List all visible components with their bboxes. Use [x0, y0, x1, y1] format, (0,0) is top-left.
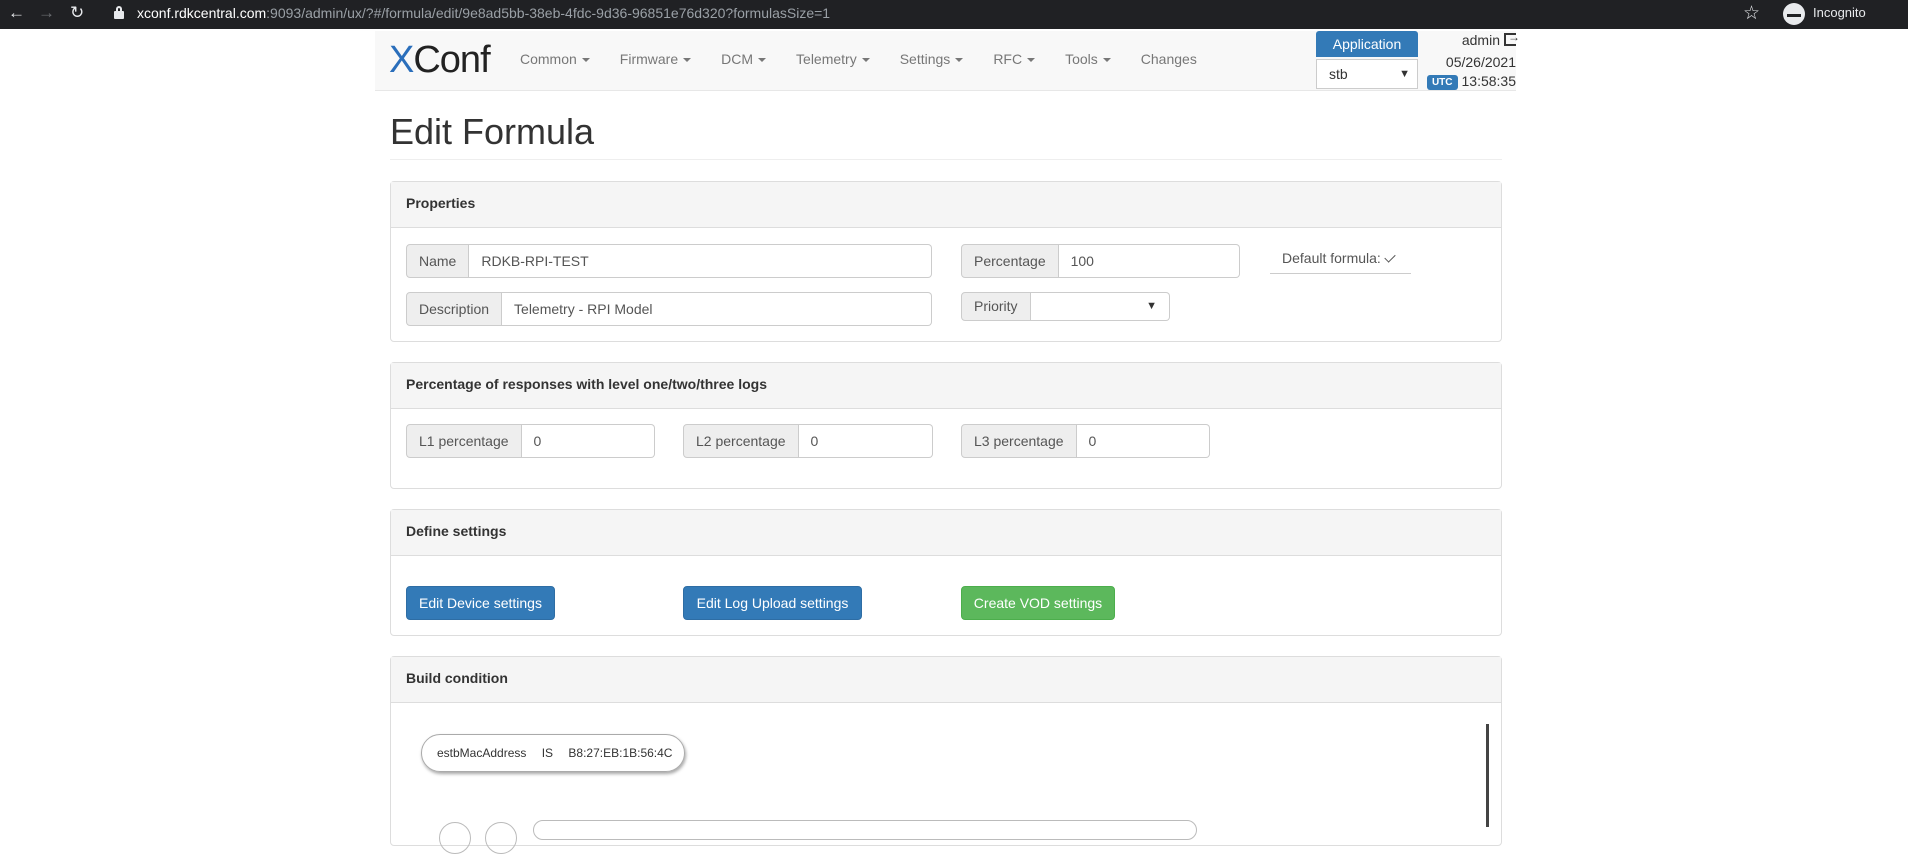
caret-down-icon [1102, 58, 1111, 63]
bookmark-star-icon[interactable]: ☆ [1743, 2, 1760, 25]
l2-group: L2 percentage 0 [683, 424, 933, 458]
incognito-icon[interactable] [1783, 3, 1805, 25]
name-label: Name [406, 244, 470, 278]
forward-icon[interactable]: → [38, 3, 55, 23]
l2-label: L2 percentage [683, 424, 799, 458]
lock-icon [114, 6, 124, 19]
application-selector: Application stb ▼ [1316, 31, 1418, 91]
caret-down-icon [758, 58, 767, 63]
percentage-input[interactable]: 100 [1058, 244, 1240, 278]
menu-telemetry[interactable]: Telemetry [796, 51, 870, 67]
caret-down-icon [1027, 58, 1036, 63]
back-icon[interactable]: ← [8, 3, 25, 23]
log-levels-heading: Percentage of responses with level one/t… [391, 363, 1501, 409]
utc-badge: UTC [1426, 75, 1458, 90]
description-label: Description [406, 292, 503, 326]
incognito-label: Incognito [1813, 5, 1866, 20]
name-group: Name RDKB-RPI-TEST [406, 244, 932, 278]
define-settings-panel: Define settings Edit Device settings Edi… [390, 509, 1502, 636]
l2-input[interactable]: 0 [798, 424, 933, 458]
page-title: Edit Formula [390, 111, 595, 152]
l3-input[interactable]: 0 [1076, 424, 1210, 458]
condition-free-arg: estbMacAddress [437, 746, 527, 760]
priority-group: Priority ▼ [961, 292, 1170, 321]
browser-toolbar: ← → ↻ xconf.rdkcentral.com:9093/admin/ux… [0, 0, 1908, 29]
condition-chip[interactable]: estbMacAddress IS B8:27:EB:1B:56:4C [421, 734, 685, 772]
percentage-label: Percentage [961, 244, 1059, 278]
condition-scrollbar[interactable] [1486, 724, 1489, 827]
xconf-logo[interactable]: XConf [389, 39, 491, 82]
caret-down-icon [955, 58, 964, 63]
name-input[interactable]: RDKB-RPI-TEST [469, 244, 932, 278]
new-condition-bar[interactable] [533, 820, 1197, 840]
condition-fixed-arg: B8:27:EB:1B:56:4C [568, 746, 673, 760]
edit-log-upload-settings-button[interactable]: Edit Log Upload settings [683, 586, 862, 620]
menu-rfc[interactable]: RFC [993, 51, 1036, 67]
description-input[interactable]: Telemetry - RPI Model [502, 292, 932, 326]
chevron-down-icon: ▼ [1146, 300, 1157, 312]
menu-common[interactable]: Common [520, 51, 590, 67]
chevron-down-icon: ▼ [1399, 68, 1410, 80]
menu-changes[interactable]: Changes [1141, 51, 1197, 67]
edit-device-settings-button[interactable]: Edit Device settings [406, 586, 555, 620]
percentage-group: Percentage 100 [961, 244, 1240, 278]
menu-settings[interactable]: Settings [900, 51, 964, 67]
current-time: 13:58:35 [1461, 73, 1517, 89]
create-vod-settings-button[interactable]: Create VOD settings [961, 586, 1115, 620]
title-divider [390, 159, 1502, 160]
build-condition-heading: Build condition [391, 657, 1501, 703]
application-label: Application [1316, 31, 1418, 57]
description-group: Description Telemetry - RPI Model [406, 292, 932, 326]
menu-firmware[interactable]: Firmware [620, 51, 692, 67]
reload-icon[interactable]: ↻ [70, 3, 84, 23]
properties-panel: Properties Name RDKB-RPI-TEST Descriptio… [390, 181, 1502, 342]
address-bar[interactable]: xconf.rdkcentral.com:9093/admin/ux/?#/fo… [137, 5, 830, 21]
url-host: xconf.rdkcentral.com [137, 5, 267, 21]
l3-group: L3 percentage 0 [961, 424, 1210, 458]
properties-heading: Properties [391, 182, 1501, 228]
default-formula-checkbox[interactable]: Default formula: [1270, 244, 1411, 274]
condition-operation: IS [541, 746, 554, 760]
navbar: XConf Common Firmware DCM Telemetry Sett… [375, 30, 1520, 91]
checkmark-icon [1384, 251, 1396, 263]
logout-icon[interactable] [1504, 30, 1520, 46]
menu-tools[interactable]: Tools [1065, 51, 1111, 67]
username: admin [1461, 32, 1500, 48]
l3-label: L3 percentage [961, 424, 1077, 458]
priority-select[interactable]: ▼ [1030, 292, 1170, 321]
caret-down-icon [581, 58, 590, 63]
l1-input[interactable]: 0 [521, 424, 655, 458]
application-select[interactable]: stb ▼ [1316, 59, 1418, 89]
priority-label: Priority [961, 292, 1031, 321]
current-date: 05/26/2021 [1445, 54, 1516, 70]
url-path: :9093/admin/ux/?#/formula/edit/9e8ad5bb-… [266, 5, 831, 21]
main-menu: Common Firmware DCM Telemetry Settings R… [520, 51, 1227, 67]
define-settings-heading: Define settings [391, 510, 1501, 556]
l1-group: L1 percentage 0 [406, 424, 655, 458]
caret-down-icon [861, 58, 870, 63]
log-levels-panel: Percentage of responses with level one/t… [390, 362, 1502, 489]
menu-dcm[interactable]: DCM [721, 51, 767, 67]
l1-label: L1 percentage [406, 424, 522, 458]
caret-down-icon [683, 58, 692, 63]
